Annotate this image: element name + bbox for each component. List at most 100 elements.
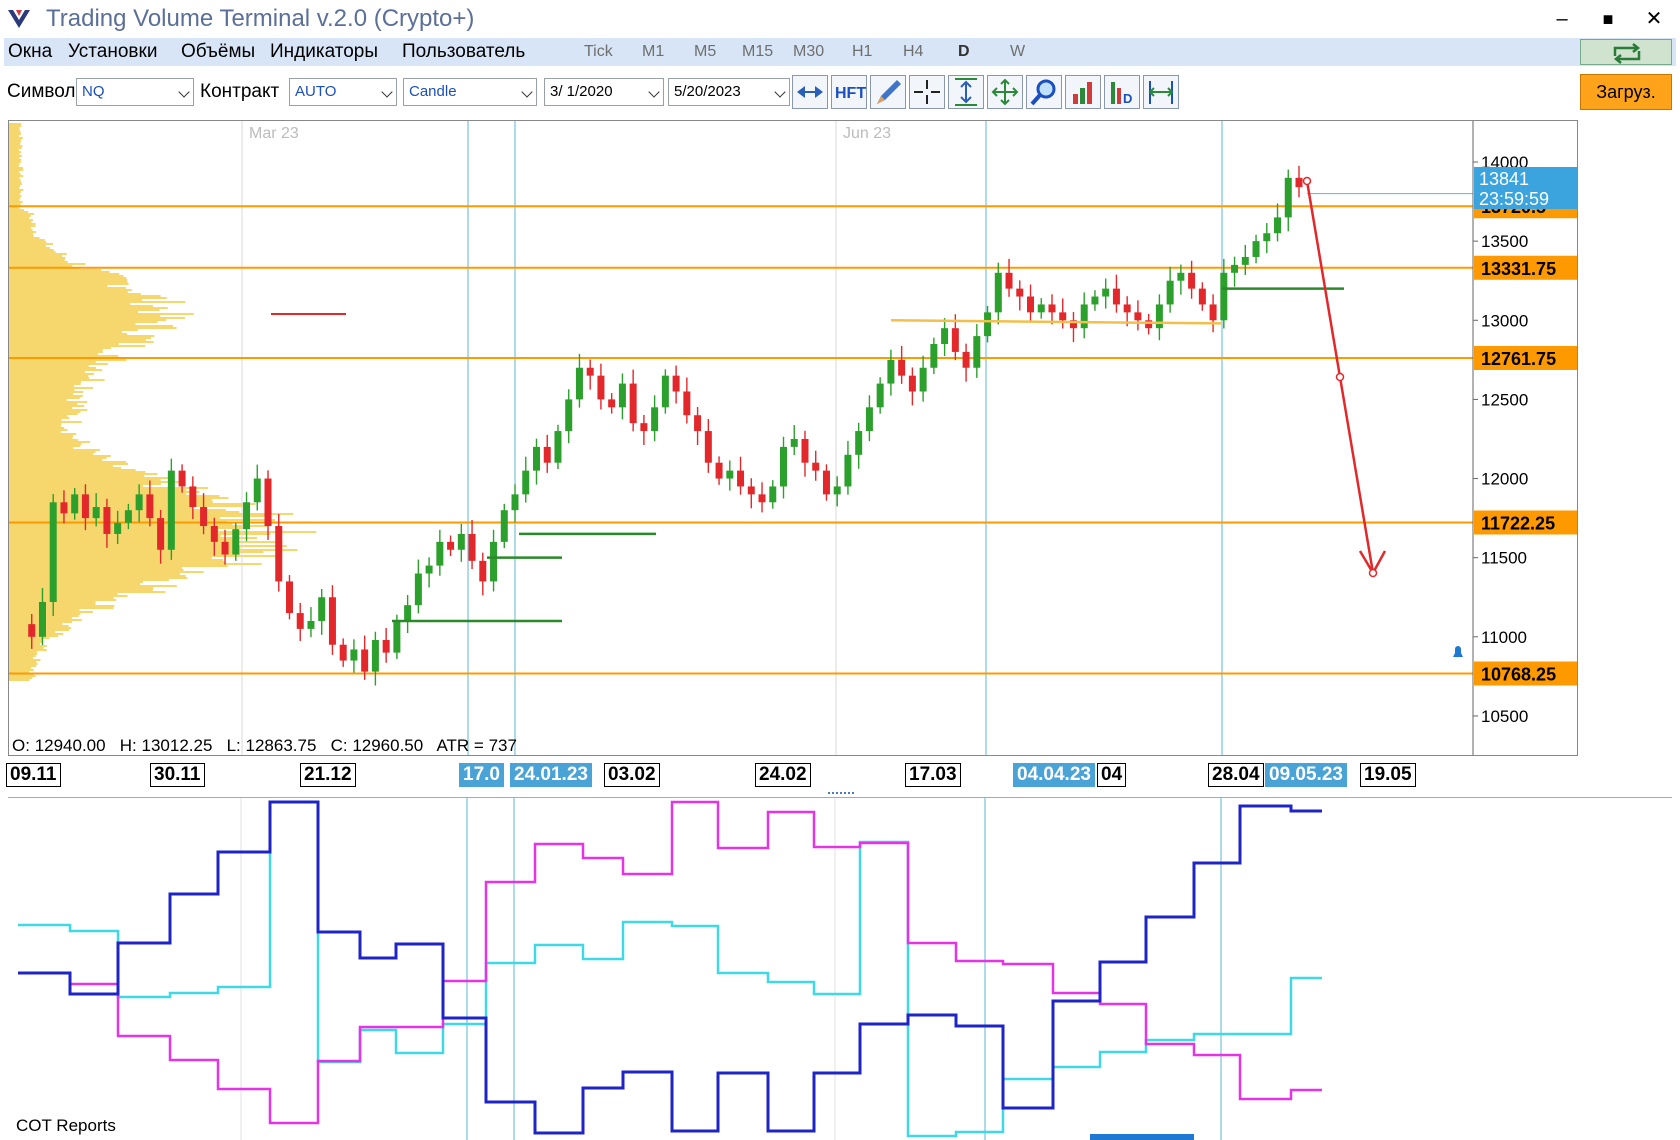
close-button[interactable]: ✕ xyxy=(1636,4,1672,34)
candle-body xyxy=(640,423,648,432)
month-label: Mar 23 xyxy=(249,125,299,142)
menu-bar: Окна Установки Объёмы Индикаторы Пользов… xyxy=(4,38,1676,66)
candle-body xyxy=(28,624,36,637)
anchor-point xyxy=(1302,176,1312,186)
chevron-down-icon xyxy=(381,86,393,98)
candle-body xyxy=(1134,312,1142,321)
candle-body xyxy=(447,541,455,550)
candle-body xyxy=(908,375,916,392)
volume-bars-button[interactable] xyxy=(1065,75,1101,109)
date-label: 17.03 xyxy=(905,763,961,787)
date-from-picker[interactable]: 3/ 1/2020 xyxy=(544,78,664,106)
level-price-label: 10768.25 xyxy=(1481,664,1556,684)
open-label: O: xyxy=(12,736,30,755)
price-chart-canvas[interactable]: Mar 23 Jun 23 140001350013000125001200011… xyxy=(9,121,1577,755)
candle-body xyxy=(522,470,530,495)
menu-indicators[interactable]: Индикаторы xyxy=(270,41,378,63)
candle-body xyxy=(1123,304,1131,313)
minimize-button[interactable]: – xyxy=(1544,4,1580,34)
candle-body xyxy=(930,344,938,368)
candle-body xyxy=(661,375,669,408)
measure-button[interactable] xyxy=(1143,75,1179,109)
high-value: 13012.25 xyxy=(141,736,213,755)
candle-body xyxy=(1198,288,1206,305)
chart-type-select[interactable]: Candle xyxy=(403,78,537,106)
replay-button[interactable] xyxy=(792,75,828,109)
candle-body xyxy=(1145,320,1153,329)
timeframe-m30[interactable]: M30 xyxy=(793,43,824,61)
timeframe-m15[interactable]: M15 xyxy=(742,43,773,61)
candle-body xyxy=(1231,264,1239,273)
candle-body xyxy=(898,359,906,376)
date-label: 09.05.23 xyxy=(1265,763,1347,787)
timeframe-tick[interactable]: Tick xyxy=(584,43,613,61)
menu-volumes[interactable]: Объёмы xyxy=(181,41,255,63)
window-title: Trading Volume Terminal v.2.0 (Crypto+) xyxy=(46,5,475,32)
candle-body xyxy=(350,649,358,661)
candle-body xyxy=(855,431,863,455)
splitter-handle[interactable] xyxy=(828,792,854,796)
menu-settings[interactable]: Установки xyxy=(68,41,157,63)
timeframe-w[interactable]: W xyxy=(1010,43,1025,61)
date-label: 19.05 xyxy=(1360,763,1416,787)
zoom-button[interactable] xyxy=(1026,75,1062,109)
vertical-fit-button[interactable] xyxy=(948,75,984,109)
move-button[interactable] xyxy=(987,75,1023,109)
sync-button[interactable] xyxy=(1580,39,1672,65)
draw-button[interactable] xyxy=(870,75,906,109)
date-label: 04 xyxy=(1097,763,1127,787)
candle-body xyxy=(1005,272,1013,289)
price-chart[interactable]: Mar 23 Jun 23 14000 13500 13000 12500 12000 11… xyxy=(8,120,1578,756)
candle-body xyxy=(49,502,57,602)
delta-button[interactable]: D xyxy=(1104,75,1140,109)
cot-chart-canvas[interactable] xyxy=(8,798,1672,1140)
candle-body xyxy=(715,462,723,479)
date-to-picker[interactable]: 5/20/2023 xyxy=(668,78,790,106)
candle-body xyxy=(672,375,680,392)
candle-body xyxy=(38,601,46,637)
candle-body xyxy=(1091,296,1099,305)
candle-body xyxy=(586,367,594,376)
replay-icon xyxy=(797,86,823,98)
range-line xyxy=(890,319,1222,325)
candle-body xyxy=(404,605,412,621)
crosshair-button[interactable] xyxy=(909,75,945,109)
load-button[interactable]: Загруз. xyxy=(1580,74,1672,110)
candle-body xyxy=(1188,272,1196,289)
candle-body xyxy=(232,529,240,555)
candle-body xyxy=(887,359,895,384)
y-tick-label: 11000 xyxy=(1481,628,1527,647)
candle-body xyxy=(1048,304,1056,313)
cot-panel[interactable] xyxy=(8,797,1672,1140)
candle-body xyxy=(500,510,508,542)
maximize-button[interactable]: ■ xyxy=(1590,4,1626,34)
timeframe-h4[interactable]: H4 xyxy=(903,43,923,61)
candle-body xyxy=(1252,241,1260,257)
date-label: 24.02 xyxy=(755,763,811,787)
title-bar: Trading Volume Terminal v.2.0 (Crypto+) … xyxy=(0,0,1680,38)
candle-body xyxy=(1112,288,1120,305)
hft-button[interactable]: HFT xyxy=(831,75,867,109)
candle-body xyxy=(1155,304,1163,329)
timeframe-m5[interactable]: M5 xyxy=(694,43,716,61)
volume-bars-icon xyxy=(1073,82,1092,104)
candle-body xyxy=(608,399,616,408)
candle-body xyxy=(726,470,734,479)
menu-windows[interactable]: Окна xyxy=(8,41,52,63)
current-price-label: 13841 xyxy=(1479,169,1529,189)
date-label: 03.02 xyxy=(604,763,660,787)
candle-body xyxy=(457,533,465,550)
horizontal-scrollbar[interactable] xyxy=(1090,1134,1194,1140)
symbol-select[interactable]: NQ xyxy=(76,78,194,106)
contract-select[interactable]: AUTO xyxy=(289,78,397,106)
svg-text:HFT: HFT xyxy=(835,85,866,102)
candle-body xyxy=(167,470,175,550)
candle-body xyxy=(737,470,745,487)
timeframe-m1[interactable]: M1 xyxy=(642,43,664,61)
timeframe-h1[interactable]: H1 xyxy=(852,43,872,61)
candle-body xyxy=(1241,256,1249,265)
candle-body xyxy=(1274,217,1282,234)
timeframe-d[interactable]: D xyxy=(958,43,970,61)
menu-user[interactable]: Пользователь xyxy=(402,41,525,63)
y-tick-label: 11500 xyxy=(1481,549,1527,568)
